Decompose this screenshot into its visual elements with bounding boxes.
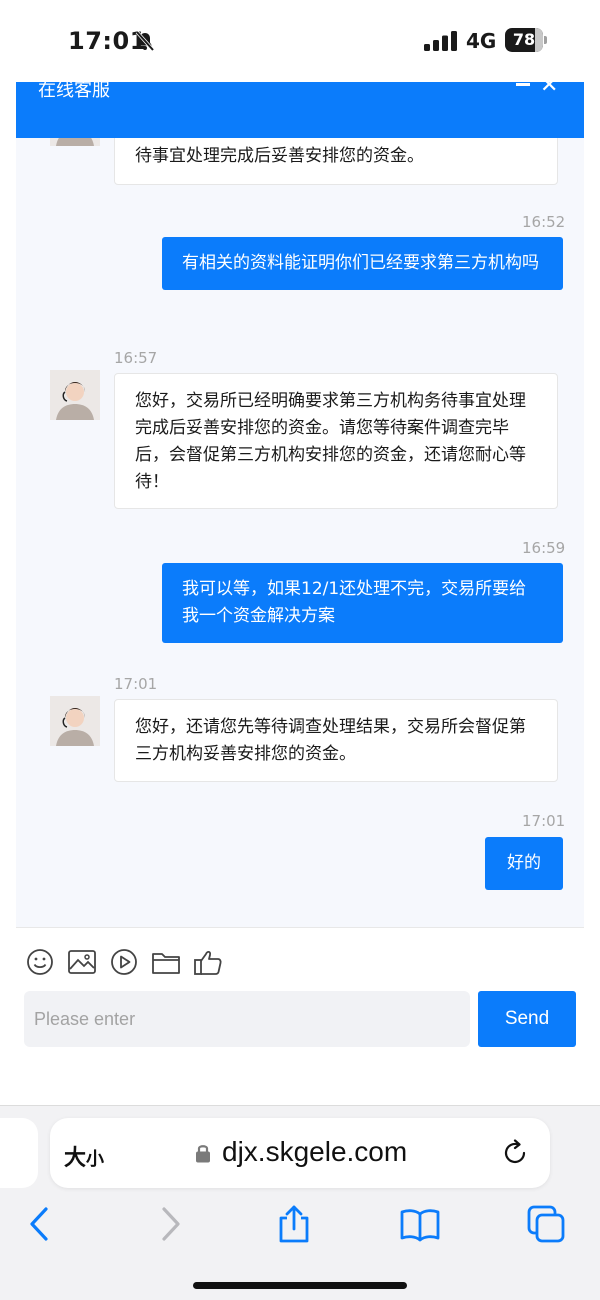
share-icon[interactable] — [274, 1204, 314, 1244]
emoji-icon[interactable] — [24, 946, 56, 978]
user-message-text: 好的 — [507, 853, 541, 873]
cellular-signal-icon — [424, 31, 457, 51]
text-size-big-label: 大 — [64, 1146, 87, 1171]
message-list[interactable]: 待事宜处理完成后妥善安排您的资金。 16:52 有相关的资料能证明你们已经要求第… — [16, 82, 584, 927]
message-time: 17:01 — [522, 812, 566, 830]
minimize-icon[interactable] — [516, 83, 530, 86]
agent-message-text: 您好，交易所已经明确要求第三方机构务待事宜处理完成后妥善安排您的资金。请您等待案… — [135, 391, 526, 492]
thumbs-up-icon[interactable] — [192, 946, 224, 978]
address-bar[interactable]: 大小 djx.skgele.com — [50, 1118, 550, 1188]
agent-avatar — [50, 696, 100, 746]
agent-message-bubble: 您好，还请您先等待调查处理结果，交易所会督促第三方机构妥善安排您的资金。 — [114, 699, 558, 782]
home-indicator — [193, 1282, 407, 1289]
previous-tab-preview[interactable] — [0, 1118, 38, 1188]
user-message-bubble: 好的 — [485, 837, 563, 890]
lock-icon — [196, 1145, 210, 1163]
tabs-icon[interactable] — [526, 1204, 566, 1244]
folder-icon[interactable] — [150, 946, 182, 978]
send-button[interactable]: Send — [478, 991, 576, 1047]
agent-message-bubble: 您好，交易所已经明确要求第三方机构务待事宜处理完成后妥善安排您的资金。请您等待案… — [114, 373, 558, 509]
message-time: 16:52 — [522, 213, 566, 231]
chat-title: 在线客服 — [38, 82, 110, 101]
battery-percent: 78 — [512, 30, 536, 49]
agent-message-text: 您好，还请您先等待调查处理结果，交易所会督促第三方机构妥善安排您的资金。 — [135, 717, 526, 764]
forward-icon[interactable] — [150, 1204, 190, 1244]
status-bar: 17:01 4G 78 — [0, 0, 600, 82]
user-message-bubble: 我可以等，如果12/1还处理不完，交易所要给我一个资金解决方案 — [162, 563, 563, 643]
message-time: 16:57 — [114, 349, 158, 367]
user-message-text: 有相关的资料能证明你们已经要求第三方机构吗 — [182, 253, 539, 273]
message-input[interactable] — [24, 991, 470, 1047]
back-icon[interactable] — [20, 1204, 60, 1244]
agent-avatar — [50, 370, 100, 420]
text-size-button[interactable]: 大小 — [64, 1140, 104, 1172]
close-icon[interactable]: ✕ — [540, 82, 558, 97]
user-message-bubble: 有相关的资料能证明你们已经要求第三方机构吗 — [162, 237, 563, 290]
agent-message-text: 待事宜处理完成后妥善安排您的资金。 — [135, 146, 424, 166]
chat-header: 在线客服 ✕ — [16, 82, 584, 138]
network-type: 4G — [466, 29, 497, 53]
text-size-small-label: 小 — [86, 1149, 105, 1170]
message-time: 16:59 — [522, 539, 566, 557]
bell-muted-icon — [135, 30, 155, 52]
message-composer: Send — [16, 927, 584, 1080]
battery-icon: 78 — [505, 28, 547, 52]
browser-toolbar: 大小 djx.skgele.com — [0, 1105, 600, 1300]
video-icon[interactable] — [108, 946, 140, 978]
agent-avatar-image — [50, 370, 100, 420]
reload-icon[interactable] — [500, 1138, 530, 1168]
bookmarks-icon[interactable] — [400, 1204, 440, 1244]
agent-avatar-image — [50, 696, 100, 746]
chat-window: 待事宜处理完成后妥善安排您的资金。 16:52 有相关的资料能证明你们已经要求第… — [16, 82, 584, 1080]
user-message-text: 我可以等，如果12/1还处理不完，交易所要给我一个资金解决方案 — [182, 579, 527, 626]
url-text: djx.skgele.com — [222, 1136, 408, 1167]
message-time: 17:01 — [114, 675, 158, 693]
image-icon[interactable] — [66, 946, 98, 978]
